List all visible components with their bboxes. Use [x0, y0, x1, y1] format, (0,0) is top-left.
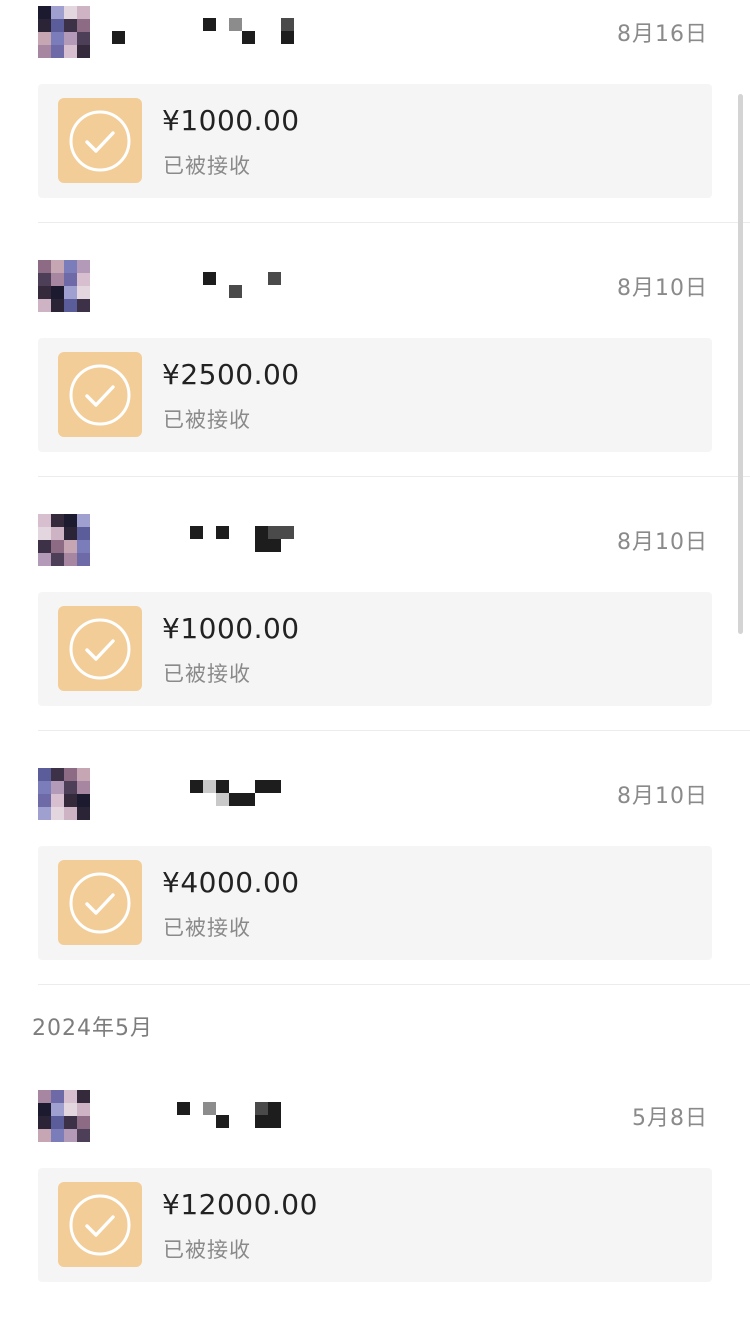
scrollbar[interactable] — [738, 94, 743, 634]
transfer-card[interactable]: ¥2500.00 已被接收 — [38, 338, 712, 452]
transfer-date: 8月10日 — [617, 784, 708, 809]
month-section-header: 2024年5月 — [32, 1016, 153, 1041]
transfer-card[interactable]: ¥12000.00 已被接收 — [38, 1168, 712, 1282]
transfer-entry[interactable]: 5月8日 ¥12000.00 已被接收 — [0, 1084, 750, 1338]
transfer-card[interactable]: ¥4000.00 已被接收 — [38, 846, 712, 960]
entry-header: 8月10日 — [0, 762, 750, 842]
transfer-status-tile — [58, 860, 142, 945]
divider — [38, 984, 750, 985]
transfer-entry[interactable]: 8月10日 ¥2500.00 已被接收 — [0, 254, 750, 508]
transfer-date: 5月8日 — [632, 1106, 708, 1131]
transfer-status-tile — [58, 606, 142, 691]
transfer-status: 已被接收 — [163, 1238, 251, 1262]
transfer-date: 8月10日 — [617, 276, 708, 301]
check-circle-icon — [68, 363, 132, 427]
transfer-entry[interactable]: 8月16日 ¥1000.00 已被接收 — [0, 0, 750, 254]
entry-header: 8月10日 — [0, 508, 750, 588]
divider — [38, 476, 750, 477]
transfer-status-tile — [58, 1182, 142, 1267]
transfer-amount: ¥2500.00 — [162, 358, 300, 391]
transfer-status: 已被接收 — [163, 408, 251, 432]
transfer-status: 已被接收 — [163, 916, 251, 940]
sender-name-pixelated — [112, 272, 296, 298]
transfer-status-tile — [58, 352, 142, 437]
transfer-amount: ¥1000.00 — [162, 104, 300, 137]
transfer-status: 已被接收 — [163, 662, 251, 686]
transfer-status: 已被接收 — [163, 154, 251, 178]
check-circle-icon — [68, 1193, 132, 1257]
transfer-status-tile — [58, 98, 142, 183]
transfer-amount: ¥4000.00 — [162, 866, 300, 899]
sender-name-pixelated — [112, 526, 296, 552]
avatar[interactable] — [38, 768, 90, 820]
check-circle-icon — [68, 617, 132, 681]
entry-header: 5月8日 — [0, 1084, 750, 1164]
sender-name-pixelated — [112, 780, 296, 806]
avatar[interactable] — [38, 1090, 90, 1142]
entry-header: 8月16日 — [0, 0, 750, 80]
entry-header: 8月10日 — [0, 254, 750, 334]
transfer-entry[interactable]: 8月10日 ¥4000.00 已被接收 — [0, 762, 750, 1016]
check-circle-icon — [68, 871, 132, 935]
transfer-date: 8月10日 — [617, 530, 708, 555]
divider — [38, 730, 750, 731]
transfer-amount: ¥12000.00 — [162, 1188, 318, 1221]
avatar[interactable] — [38, 260, 90, 312]
divider — [38, 222, 750, 223]
transfer-date: 8月16日 — [617, 22, 708, 47]
avatar[interactable] — [38, 6, 90, 58]
sender-name-pixelated — [112, 18, 296, 44]
transfer-entry[interactable]: 8月10日 ¥1000.00 已被接收 — [0, 508, 750, 762]
transfer-card[interactable]: ¥1000.00 已被接收 — [38, 84, 712, 198]
sender-name-pixelated — [112, 1102, 296, 1128]
transfer-amount: ¥1000.00 — [162, 612, 300, 645]
transfer-card[interactable]: ¥1000.00 已被接收 — [38, 592, 712, 706]
avatar[interactable] — [38, 514, 90, 566]
check-circle-icon — [68, 109, 132, 173]
